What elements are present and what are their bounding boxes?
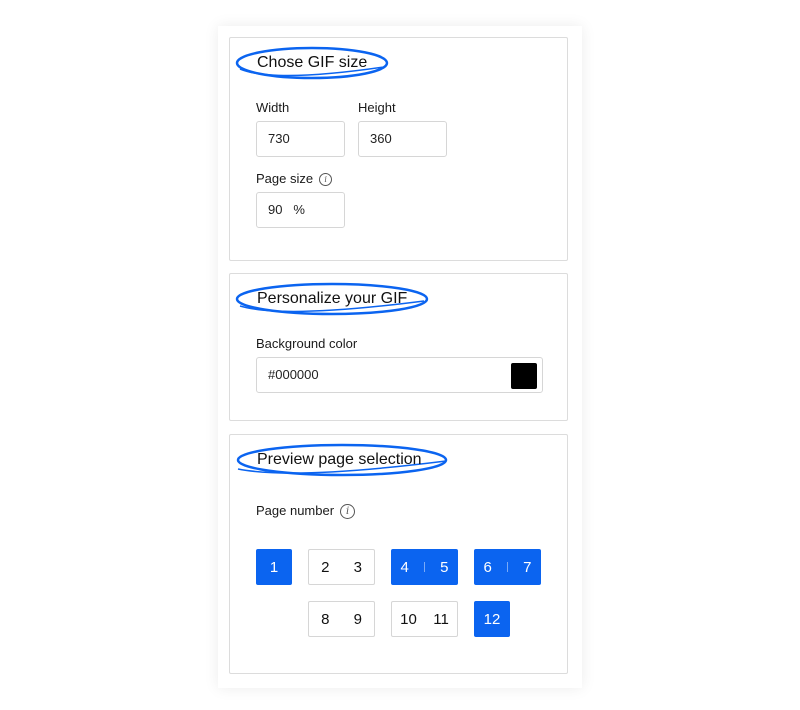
page-number: 2 (321, 558, 330, 576)
page-size-label: Page size (256, 171, 314, 186)
background-color-value: #000000 (268, 367, 319, 382)
page-size-label-row: Page size i (256, 171, 333, 187)
page-group-button[interactable]: 67 (474, 549, 541, 585)
page-number: 6 (483, 558, 492, 576)
page-number-label-row: Page number i (256, 503, 356, 520)
page-group-button[interactable]: 12 (474, 601, 510, 637)
page-group-button[interactable]: 45 (391, 549, 458, 585)
width-input[interactable]: 730 (256, 121, 345, 157)
info-icon[interactable]: i (319, 173, 333, 187)
page-separator (423, 562, 425, 572)
background-color-input[interactable]: #000000 (256, 357, 543, 393)
preview-page-panel: Preview page selection Page number i 1234… (229, 434, 568, 674)
page-group-button[interactable]: 89 (308, 601, 375, 637)
background-color-label: Background color (256, 336, 358, 351)
page-number: 9 (353, 610, 362, 628)
gif-settings-card: Chose GIF size Width Height 730 360 Page… (218, 26, 582, 688)
page-number: 10 (400, 610, 417, 628)
percent-unit: % (293, 202, 305, 217)
info-icon[interactable]: i (340, 504, 356, 520)
width-label: Width (256, 100, 290, 115)
personalize-panel: Personalize your GIF Background color #0… (229, 273, 568, 421)
page-number-label: Page number (256, 503, 335, 518)
page-group-button[interactable]: 10 11 (391, 601, 458, 637)
page-number: 8 (321, 610, 330, 628)
page-number: 1 (269, 558, 279, 576)
color-swatch[interactable] (511, 363, 537, 389)
section-title: Chose GIF size (257, 54, 368, 71)
page-number: 11 (433, 610, 449, 628)
page-size-value: 90 (268, 202, 283, 217)
height-input[interactable]: 360 (358, 121, 447, 157)
page-number: 4 (400, 558, 409, 576)
page-number: 12 (483, 610, 501, 628)
gif-size-panel: Chose GIF size Width Height 730 360 Page… (229, 37, 568, 261)
page-size-input[interactable]: 90 % (256, 192, 345, 228)
section-title: Preview page selection (257, 451, 422, 468)
page-group-button[interactable]: 1 (256, 549, 292, 585)
page-number: 3 (353, 558, 362, 576)
page-separator (506, 562, 508, 572)
page-group-button[interactable]: 23 (308, 549, 375, 585)
height-label: Height (358, 100, 396, 115)
section-title: Personalize your GIF (257, 290, 408, 307)
page-number: 5 (440, 558, 449, 576)
page-number: 7 (523, 558, 532, 576)
